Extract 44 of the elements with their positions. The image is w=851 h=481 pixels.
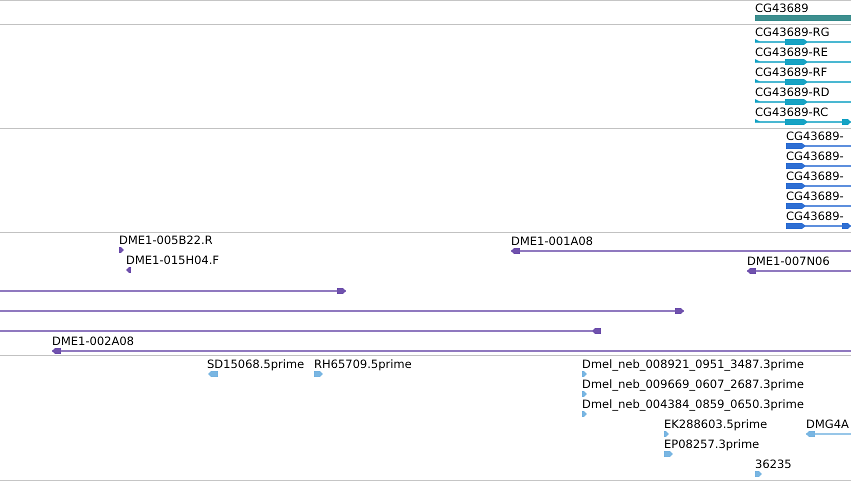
feature-label: 36235: [755, 457, 792, 471]
feature-label: CG43689-: [786, 149, 844, 163]
feature-label: Dmel_neb_004384_0859_0650.3prime: [582, 397, 804, 411]
feature-glyph[interactable]: [0, 286, 346, 296]
feature-glyph[interactable]: [119, 245, 124, 255]
feature-label: CG43689-: [786, 169, 844, 183]
feature-label: DME1-001A08: [511, 234, 593, 248]
feature-label: CG43689-RE: [755, 45, 828, 59]
feature-glyph[interactable]: [511, 246, 851, 256]
feature-label: DME1-015H04.F: [126, 253, 220, 267]
feature-label: DME1-005B22.R: [119, 233, 213, 247]
feature-label: RH65709.5prime: [314, 357, 412, 371]
feature-label: CG43689-RG: [755, 25, 830, 39]
feature-glyph[interactable]: [755, 13, 851, 23]
feature-label: CG43689-: [786, 129, 844, 143]
feature-glyph[interactable]: [126, 265, 131, 275]
feature-glyph[interactable]: [755, 37, 851, 47]
feature-label: CG43689-RC: [755, 105, 828, 119]
feature-label: CG43689-: [786, 189, 844, 203]
feature-glyph[interactable]: [747, 266, 851, 276]
feature-glyph[interactable]: [755, 97, 851, 107]
feature-glyph[interactable]: [755, 117, 851, 127]
feature-label: EK288603.5prime: [664, 417, 768, 431]
feature-glyph[interactable]: [786, 141, 851, 151]
feature-label: DMG4A: [806, 417, 849, 431]
feature-glyph[interactable]: [0, 306, 684, 316]
feature-label: DME1-002A08: [52, 334, 134, 348]
feature-glyph[interactable]: [786, 201, 851, 211]
feature-label: DME1-007N06: [747, 254, 830, 268]
feature-label: CG43689: [755, 1, 809, 15]
feature-glyph[interactable]: [786, 181, 851, 191]
feature-glyph[interactable]: [0, 326, 601, 336]
feature-glyph[interactable]: [786, 221, 851, 231]
feature-label: Dmel_neb_009669_0607_2687.3prime: [582, 377, 804, 391]
feature-label: CG43689-RF: [755, 65, 828, 79]
feature-label: Dmel_neb_008921_0951_3487.3prime: [582, 357, 804, 371]
feature-glyph[interactable]: [786, 161, 851, 171]
feature-label: CG43689-: [786, 209, 844, 223]
feature-glyph[interactable]: [52, 346, 851, 356]
feature-label: EP08257.3prime: [664, 437, 760, 451]
feature-glyph[interactable]: [755, 77, 851, 87]
feature-label: SD15068.5prime: [207, 357, 304, 371]
feature-label: CG43689-RD: [755, 85, 830, 99]
feature-glyph[interactable]: [755, 57, 851, 67]
